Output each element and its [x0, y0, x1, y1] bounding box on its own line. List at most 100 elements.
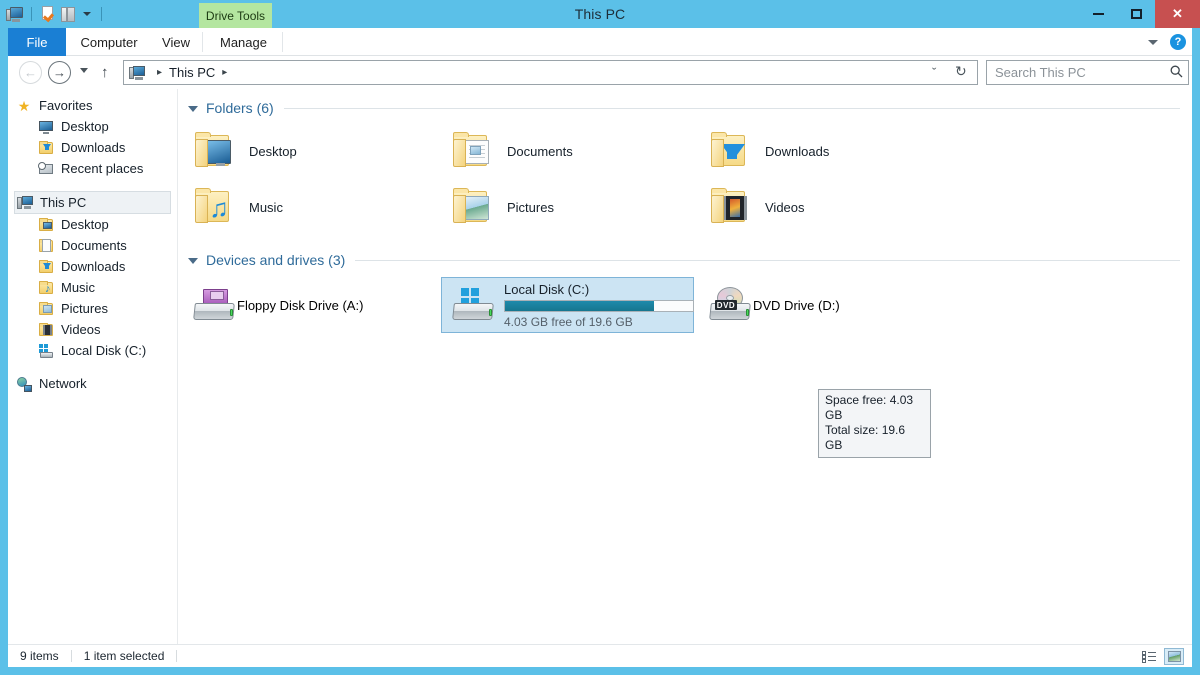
forward-button[interactable]: → — [48, 61, 71, 84]
minimize-button[interactable] — [1079, 0, 1117, 28]
tab-computer[interactable]: Computer — [70, 28, 148, 56]
list-item[interactable]: Desktop — [183, 123, 436, 179]
navpane-label: Recent places — [61, 161, 144, 176]
address-history-chevron-icon[interactable]: ˇ — [932, 65, 936, 80]
sidebar-item-documents[interactable]: Documents — [8, 235, 177, 256]
local-disk-icon — [452, 286, 496, 324]
large-icons-view-icon — [1167, 651, 1181, 662]
tooltip: Space free: 4.03 GB Total size: 19.6 GB — [818, 389, 931, 458]
window-controls: ✕ — [1079, 0, 1200, 28]
window-title: This PC — [574, 6, 626, 22]
tab-view[interactable]: View — [151, 28, 201, 56]
tab-divider-1 — [202, 32, 203, 52]
devices-grid: Floppy Disk Drive (A:) Local Disk (C:) 4… — [178, 277, 1192, 333]
item-label: Local Disk (C:) — [504, 281, 590, 297]
list-item[interactable]: Floppy Disk Drive (A:) — [183, 277, 436, 333]
this-pc-icon — [17, 195, 33, 211]
navpane-label: Pictures — [61, 301, 108, 316]
navpane-group-favorites[interactable]: ★ Favorites — [8, 95, 177, 116]
sidebar-item-desktop-fav[interactable]: Desktop — [8, 116, 177, 137]
list-item[interactable]: Downloads — [699, 123, 952, 179]
list-item[interactable]: DVD DVD Drive (D:) — [699, 277, 952, 333]
star-icon: ★ — [17, 97, 31, 114]
group-rule — [283, 107, 1180, 109]
recent-locations-icon[interactable] — [80, 68, 88, 73]
details-view-button[interactable] — [1139, 648, 1159, 665]
navigation-pane: ★ Favorites Desktop Downloads Recent pla… — [8, 89, 178, 644]
capacity-gauge — [504, 299, 694, 312]
local-disk-icon — [38, 343, 54, 359]
pictures-folder-icon — [38, 301, 54, 317]
item-label: Music — [249, 199, 283, 215]
sidebar-item-this-pc[interactable]: This PC — [14, 191, 171, 214]
drive-info: Local Disk (C:) 4.03 GB free of 19.6 GB — [504, 282, 694, 329]
chevron-down-icon[interactable] — [1148, 39, 1158, 45]
breadcrumb-separator-1[interactable]: ▸ — [157, 67, 162, 78]
item-label: Desktop — [249, 143, 297, 159]
item-label: Pictures — [507, 199, 554, 215]
search-box[interactable]: Search This PC — [986, 60, 1189, 85]
view-toggles — [1139, 648, 1184, 665]
item-label: Downloads — [765, 143, 830, 159]
downloads-folder-icon — [709, 132, 753, 170]
navpane-label: Local Disk (C:) — [61, 343, 147, 358]
close-button[interactable]: ✕ — [1155, 0, 1200, 28]
sidebar-item-desktop[interactable]: Desktop — [8, 214, 177, 235]
search-input[interactable]: Search This PC — [987, 65, 1164, 80]
navpane-label: Documents — [61, 238, 127, 253]
pictures-folder-icon — [451, 188, 495, 226]
music-folder-icon: ♪ — [38, 280, 54, 296]
sidebar-item-videos[interactable]: Videos — [8, 319, 177, 340]
sidebar-item-recent-places[interactable]: Recent places — [8, 158, 177, 179]
sidebar-item-downloads-fav[interactable]: Downloads — [8, 137, 177, 158]
maximize-button[interactable] — [1117, 0, 1155, 28]
group-header-folders[interactable]: Folders (6) — [188, 97, 1192, 119]
recent-places-icon — [38, 161, 54, 177]
search-icon[interactable] — [1164, 65, 1188, 81]
tab-file[interactable]: File — [8, 28, 66, 56]
sidebar-item-pictures[interactable]: Pictures — [8, 298, 177, 319]
sidebar-item-downloads[interactable]: Downloads — [8, 256, 177, 277]
breadcrumb-root-icon[interactable] — [129, 65, 145, 80]
breadcrumb-item-this-pc[interactable]: This PC — [169, 65, 215, 80]
breadcrumb[interactable]: ▸ This PC ▸ — [123, 60, 978, 85]
folders-grid: Desktop Documents Downloads ♫ Music Pict… — [178, 123, 1192, 235]
sidebar-item-network[interactable]: Network — [8, 373, 177, 394]
list-item[interactable]: ♫ Music — [183, 179, 436, 235]
desktop-folder-icon — [193, 132, 237, 170]
window-border-left — [0, 28, 8, 667]
sidebar-item-music[interactable]: ♪ Music — [8, 277, 177, 298]
group-title: Devices and drives (3) — [206, 252, 346, 268]
item-label: DVD Drive (D:) — [753, 297, 840, 313]
refresh-icon[interactable]: ↻ — [955, 63, 967, 80]
group-header-devices[interactable]: Devices and drives (3) — [188, 249, 1192, 271]
up-button[interactable]: ↑ — [101, 64, 109, 81]
sidebar-item-local-disk-c[interactable]: Local Disk (C:) — [8, 340, 177, 361]
list-item[interactable]: Videos — [699, 179, 952, 235]
ribbon-tab-strip: File Computer View Manage ? — [8, 28, 1192, 56]
navpane-label: Desktop — [61, 217, 109, 232]
dvd-drive-icon: DVD — [709, 286, 753, 324]
help-icon[interactable]: ? — [1170, 34, 1186, 50]
group-rule — [355, 259, 1180, 261]
group-title: Folders (6) — [206, 100, 274, 116]
music-folder-icon: ♫ — [193, 188, 237, 226]
desktop-folder-icon — [38, 217, 54, 233]
window-border-right — [1192, 28, 1200, 667]
desktop-icon — [38, 119, 54, 135]
list-item[interactable]: Pictures — [441, 179, 694, 235]
navpane-label: This PC — [40, 195, 87, 210]
list-item[interactable]: Local Disk (C:) 4.03 GB free of 19.6 GB — [441, 277, 694, 333]
navpane-label: Downloads — [61, 259, 126, 274]
contextual-tab-drive-tools[interactable]: Drive Tools — [199, 3, 272, 28]
collapse-triangle-icon[interactable] — [188, 106, 198, 112]
breadcrumb-separator-2[interactable]: ▸ — [222, 67, 227, 78]
tab-divider-2 — [282, 32, 283, 52]
navpane-label: Desktop — [61, 119, 109, 134]
list-item[interactable]: Documents — [441, 123, 694, 179]
capacity-gauge-fill — [505, 300, 654, 311]
large-icons-view-button[interactable] — [1164, 648, 1184, 665]
tab-manage[interactable]: Manage — [207, 28, 280, 56]
back-button[interactable]: ← — [19, 61, 42, 84]
collapse-triangle-icon[interactable] — [188, 258, 198, 264]
